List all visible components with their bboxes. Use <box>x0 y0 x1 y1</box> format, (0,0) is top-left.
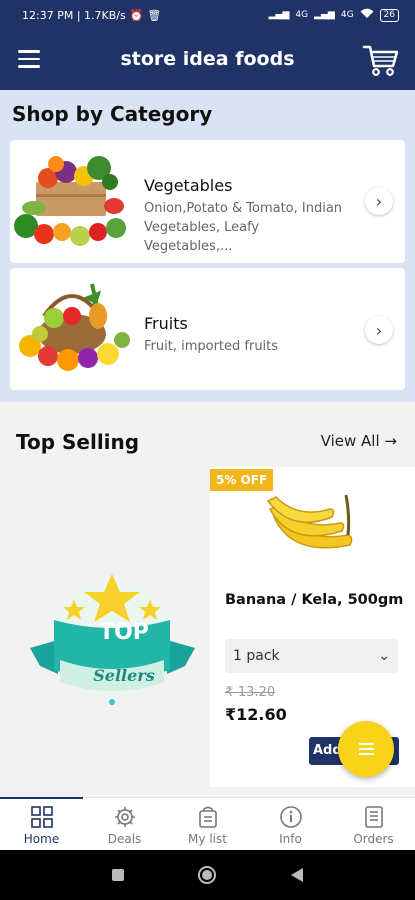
category-card-vegetables[interactable]: Vegetables Onion,Potato & Tomato, Indian… <box>10 140 405 263</box>
product-name: Banana / Kela, 500gm <box>225 592 404 608</box>
orders-icon <box>364 806 383 828</box>
battery-indicator: 26 <box>379 8 399 22</box>
chevron-right-icon[interactable]: › <box>365 316 393 344</box>
category-card-fruits[interactable]: Fruits Fruit, imported fruits › <box>10 268 405 390</box>
bottom-nav: Home Deals My list Info Orders <box>0 797 415 850</box>
pack-select[interactable]: 1 pack ⌄ <box>225 639 398 673</box>
price: ₹12.60 <box>225 705 287 724</box>
nav-label: Deals <box>107 832 142 846</box>
old-price: ₹-13.20 <box>225 685 276 700</box>
alarm-icon: ⏰ <box>129 8 144 22</box>
nav-item-my-list[interactable]: My list <box>166 798 249 850</box>
chevron-right-icon[interactable]: › <box>365 187 393 215</box>
category-desc-line-1: Onion,Potato & Tomato, Indian <box>144 201 343 216</box>
back-icon[interactable] <box>290 867 304 883</box>
pack-select-value: 1 pack <box>233 648 280 664</box>
nav-item-deals[interactable]: Deals <box>83 798 166 850</box>
wifi-icon <box>360 8 374 22</box>
system-nav-bar <box>0 850 415 900</box>
signal-icon: ▂▄▆ <box>268 10 290 20</box>
view-all-link[interactable]: View All → <box>321 432 397 450</box>
section-title: Shop by Category <box>12 102 213 126</box>
nav-label: Info <box>279 832 302 846</box>
recents-icon[interactable] <box>111 868 125 882</box>
category-desc-line-2: Vegetables, Leafy Vegetables,... <box>144 220 260 254</box>
app-title: store idea foods <box>120 48 295 70</box>
category-description: Onion,Potato & Tomato, Indian Vegetables… <box>144 199 349 256</box>
status-bar: 12:37 PM | 1.7KB/s ⏰ 🗑 ▂▄▆ 4G ▂▄▆ 4G 26 <box>0 0 415 30</box>
fruits-image <box>19 283 130 371</box>
category-name: Vegetables <box>144 176 233 195</box>
chevron-down-icon: ⌄ <box>378 648 390 664</box>
nav-label: Home <box>23 832 60 846</box>
network-label-2: 4G <box>340 10 354 20</box>
category-section: Shop by Category Vegetables Onion,Potato… <box>0 90 415 402</box>
home-grid-icon <box>30 806 53 828</box>
category-description: Fruit, imported fruits <box>144 337 349 356</box>
nav-item-home[interactable]: Home <box>0 797 83 850</box>
menu-icon <box>358 740 374 758</box>
cart-button[interactable] <box>361 40 401 80</box>
nav-item-info[interactable]: Info <box>249 798 332 850</box>
app-bar: store idea foods <box>0 30 415 90</box>
section-title: Top Selling <box>16 430 140 454</box>
home-button-icon[interactable] <box>197 865 217 885</box>
signal-icon-2: ▂▄▆ <box>314 10 335 20</box>
floating-menu-button[interactable] <box>338 721 394 777</box>
list-bag-icon <box>198 806 217 828</box>
cart-icon <box>362 45 399 76</box>
vegetables-image <box>14 156 126 246</box>
view-all-label: View All <box>320 432 380 450</box>
banana-image <box>266 494 353 549</box>
nav-label: My list <box>188 832 227 846</box>
gear-icon <box>114 807 135 827</box>
nav-label: Orders <box>353 832 394 846</box>
info-icon <box>279 806 302 828</box>
badge-sellers-text: Sellers <box>93 666 155 685</box>
nav-item-orders[interactable]: Orders <box>332 798 415 850</box>
category-name: Fruits <box>144 314 188 333</box>
network-label: 4G <box>295 10 309 20</box>
status-time: 12:37 PM | 1.7KB/s <box>22 8 126 22</box>
trash-icon: 🗑 <box>147 8 162 22</box>
arrow-right-icon: → <box>384 432 397 450</box>
category-desc-line-1: Fruit, imported fruits <box>144 339 279 354</box>
badge-top-text: TOP <box>99 620 149 645</box>
